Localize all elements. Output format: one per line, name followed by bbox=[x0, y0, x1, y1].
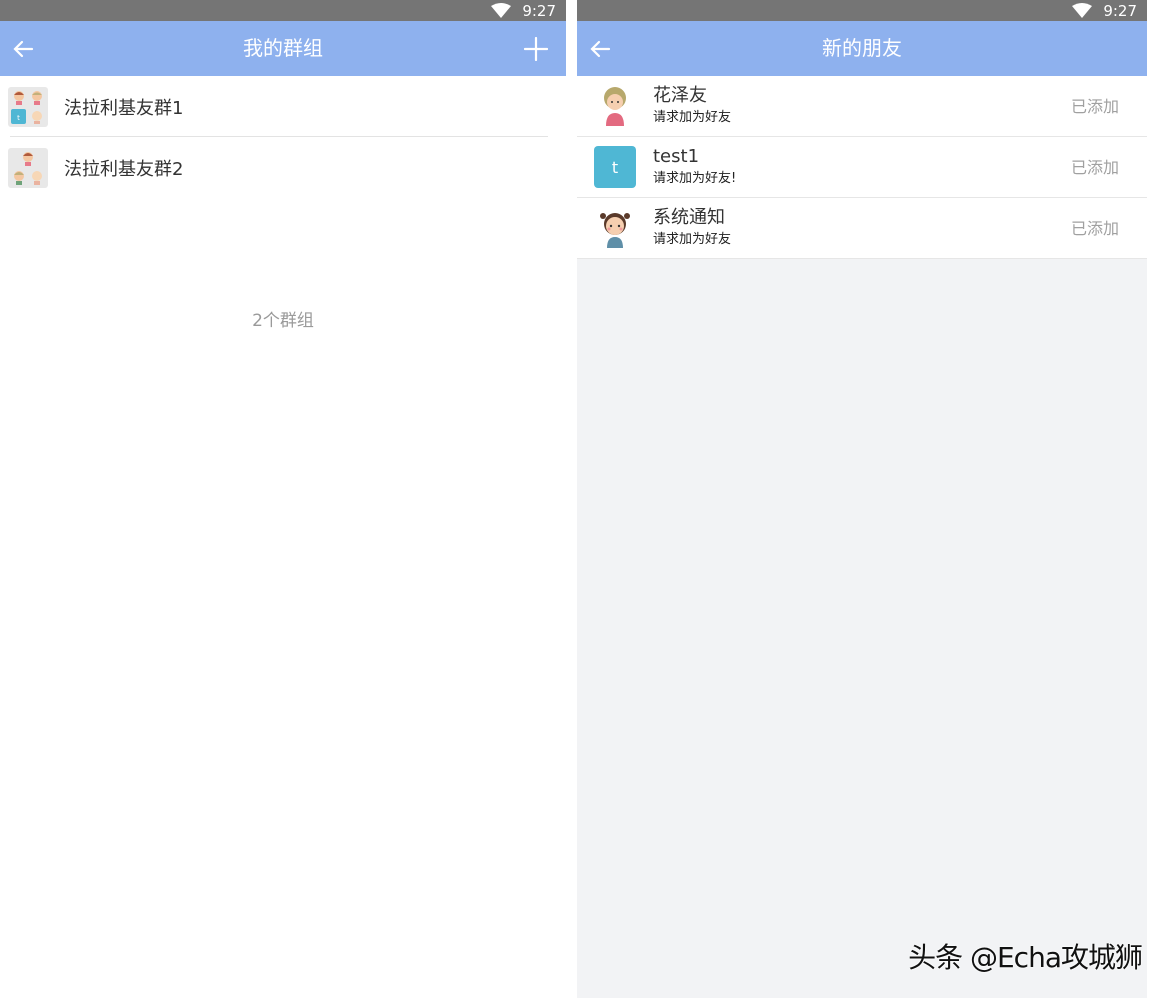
status-bar: 9:27 bbox=[577, 0, 1147, 21]
app-bar: 我的群组 bbox=[0, 21, 566, 76]
friend-message: 请求加为好友! bbox=[653, 171, 737, 186]
wifi-icon bbox=[491, 2, 512, 18]
friend-status: 已添加 bbox=[1070, 158, 1119, 177]
new-friends-screen: 9:27 新的朋友 花泽友 请求加为好友 已添加 t test1 请求加为好友!… bbox=[577, 0, 1147, 998]
wifi-icon bbox=[1072, 2, 1093, 18]
friend-request-item[interactable]: 花泽友 请求加为好友 已添加 bbox=[577, 76, 1147, 137]
friend-request-item[interactable]: t test1 请求加为好友! 已添加 bbox=[577, 137, 1147, 198]
friend-name: test1 bbox=[653, 146, 700, 167]
my-groups-screen: 9:27 我的群组 t 法拉利基友群1 法拉利基友群2 2个群组 bbox=[0, 0, 566, 998]
group-count: 2个群组 bbox=[252, 311, 314, 331]
friend-request-list: 花泽友 请求加为好友 已添加 t test1 请求加为好友! 已添加 系统通知 … bbox=[577, 76, 1147, 259]
friend-message: 请求加为好友 bbox=[653, 232, 732, 247]
friend-status: 已添加 bbox=[1070, 219, 1119, 238]
system-avatar-icon bbox=[594, 207, 636, 249]
group-avatar-icon bbox=[8, 147, 48, 188]
status-time: 9:27 bbox=[1103, 1, 1137, 20]
friend-status: 已添加 bbox=[1070, 97, 1119, 116]
group-name: 法拉利基友群2 bbox=[64, 158, 184, 180]
svg-text:t: t bbox=[17, 114, 20, 122]
user-avatar-icon: t bbox=[594, 146, 636, 188]
group-avatar-icon: t bbox=[8, 86, 48, 127]
group-item[interactable]: 法拉利基友群2 bbox=[0, 137, 566, 198]
friend-name: 花泽友 bbox=[653, 85, 707, 106]
app-bar: 新的朋友 bbox=[577, 21, 1147, 76]
add-icon[interactable] bbox=[524, 37, 548, 61]
avatar-letter: t bbox=[611, 157, 619, 177]
watermark: 头条 @Echa攻城狮 bbox=[908, 941, 1143, 974]
friend-name: 系统通知 bbox=[653, 207, 725, 228]
friend-request-item[interactable]: 系统通知 请求加为好友 已添加 bbox=[577, 198, 1147, 259]
page-title: 新的朋友 bbox=[822, 36, 902, 60]
group-list: t 法拉利基友群1 法拉利基友群2 bbox=[0, 76, 566, 198]
page-title: 我的群组 bbox=[243, 36, 323, 60]
status-bar: 9:27 bbox=[0, 0, 566, 21]
friend-message: 请求加为好友 bbox=[653, 110, 732, 125]
user-avatar-icon bbox=[594, 85, 636, 127]
status-time: 9:27 bbox=[522, 1, 556, 20]
group-item[interactable]: t 法拉利基友群1 bbox=[0, 76, 566, 137]
group-name: 法拉利基友群1 bbox=[64, 97, 184, 119]
